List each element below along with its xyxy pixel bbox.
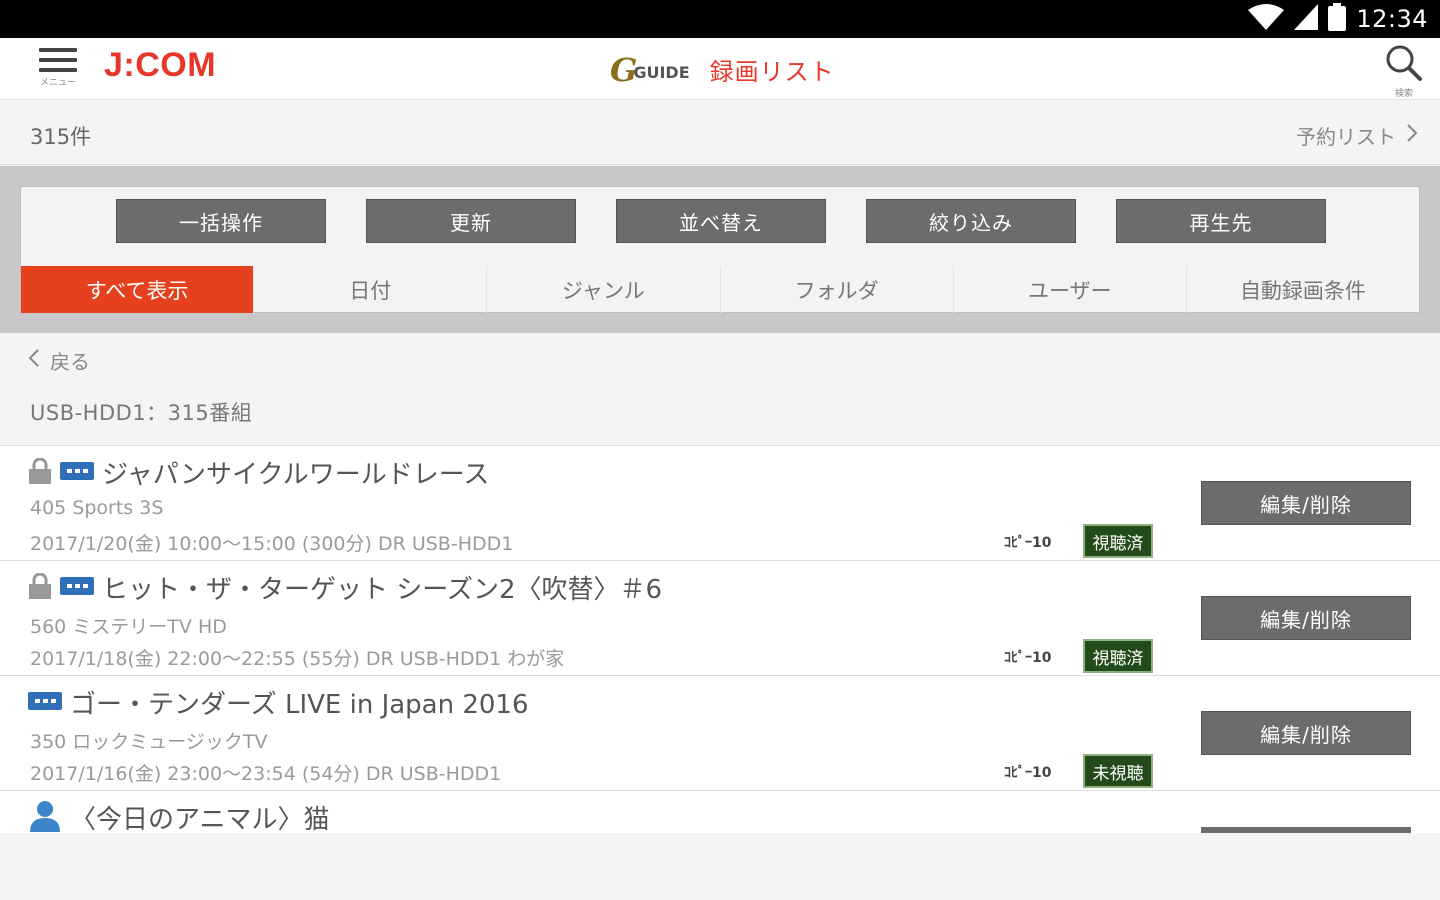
tab-user[interactable]: ユーザー: [954, 266, 1187, 313]
title-line: ジャパンサイクルワールドレース: [28, 454, 489, 491]
edit-delete-button[interactable]: 編集/削除: [1201, 596, 1411, 640]
tab-genre[interactable]: ジャンル: [487, 266, 721, 313]
tab-folder[interactable]: フォルダ: [721, 266, 954, 313]
recorder-icon: [60, 576, 94, 599]
title-line: ヒット・ザ・ターゲット シーズン2〈吹替〉＃6: [28, 569, 662, 606]
tab-auto-record[interactable]: 自動録画条件: [1187, 266, 1419, 313]
lock-icon: [28, 572, 52, 603]
chevron-right-icon: [1406, 123, 1418, 148]
bulk-action-button[interactable]: 一括操作: [116, 199, 326, 243]
toolbar-panel: 一括操作 更新 並べ替え 絞り込み 再生先 すべて表示 日付 ジャンル フォルダ…: [20, 186, 1420, 313]
copy-badge: ｺﾋﾟｰ10: [1004, 765, 1052, 781]
view-tabs: すべて表示 日付 ジャンル フォルダ ユーザー 自動録画条件: [21, 266, 1419, 313]
chevron-left-icon: [28, 348, 40, 373]
guide-logo-text: GUIDE: [633, 63, 690, 82]
cell-signal-icon: [1294, 4, 1319, 34]
recorder-icon: [60, 461, 94, 484]
page-title: 録画リスト: [709, 58, 835, 86]
status-badge: 視聴済: [1083, 639, 1153, 673]
wifi-icon: [1248, 4, 1285, 34]
tab-all[interactable]: すべて表示: [21, 266, 255, 313]
edit-delete-button[interactable]: 編集/削除: [1201, 711, 1411, 755]
recording-detail: 2017/1/16(金) 23:00〜23:54 (54分) DR USB-HD…: [30, 763, 502, 785]
battery-icon: [1328, 3, 1347, 35]
record-count: 315件: [30, 125, 92, 149]
recording-detail: 2017/1/18(金) 22:00〜22:55 (55分) DR USB-HD…: [30, 648, 565, 670]
action-buttons: 一括操作 更新 並べ替え 絞り込み 再生先: [21, 199, 1419, 245]
back-link[interactable]: 戻る: [28, 346, 90, 375]
device-summary: USB-HDD1：315番組: [30, 401, 253, 425]
list-item[interactable]: 〈今日のアニマル〉猫: [0, 791, 1440, 833]
refresh-button[interactable]: 更新: [366, 199, 576, 243]
tab-date[interactable]: 日付: [254, 266, 488, 313]
recording-list: ジャパンサイクルワールドレース 405 Sports 3S 2017/1/20(…: [0, 445, 1440, 833]
channel: 560 ミステリーTV HD: [30, 616, 227, 638]
program-title: 〈今日のアニマル〉猫: [70, 805, 330, 833]
search-icon: [1385, 45, 1423, 86]
program-title: ジャパンサイクルワールドレース: [102, 460, 490, 490]
title-line: ゴー・テンダーズ LIVE in Japan 2016: [28, 684, 529, 721]
menu-button[interactable]: メニュー: [30, 48, 86, 96]
status-badge: 未視聴: [1083, 754, 1153, 788]
status-badge: 視聴済: [1083, 524, 1153, 558]
channel: 350 ロックミュージックTV: [30, 731, 268, 753]
back-label: 戻る: [50, 350, 90, 374]
list-item[interactable]: ジャパンサイクルワールドレース 405 Sports 3S 2017/1/20(…: [0, 446, 1440, 561]
list-item[interactable]: ゴー・テンダーズ LIVE in Japan 2016 350 ロックミュージッ…: [0, 676, 1440, 791]
hamburger-icon: [39, 48, 77, 72]
guide-logo: G GUIDE: [610, 54, 690, 86]
app-bar: メニュー J:COM G GUIDE 録画リスト 検索: [0, 38, 1440, 100]
program-title: ヒット・ザ・ターゲット シーズン2〈吹替〉＃6: [102, 575, 663, 605]
search-caption: 検索: [1394, 89, 1413, 99]
recording-detail: 2017/1/20(金) 10:00〜15:00 (300分) DR USB-H…: [30, 533, 514, 555]
search-button[interactable]: 検索: [1382, 44, 1426, 99]
clock: 12:34: [1356, 5, 1428, 33]
toolbar-area: 一括操作 更新 並べ替え 絞り込み 再生先 すべて表示 日付 ジャンル フォルダ…: [0, 166, 1440, 333]
edit-delete-button[interactable]: 編集/削除: [1201, 481, 1411, 525]
user-icon: [28, 800, 62, 834]
copy-badge: ｺﾋﾟｰ10: [1004, 535, 1052, 551]
sort-button[interactable]: 並べ替え: [616, 199, 826, 243]
reserve-list-link[interactable]: 予約リスト: [1296, 121, 1418, 150]
empty-footer: [0, 833, 1440, 900]
menu-caption: メニュー: [39, 78, 76, 88]
brand-logo: J:COM: [104, 46, 217, 84]
status-bar: 12:34: [0, 0, 1440, 38]
title-group: G GUIDE 録画リスト: [610, 52, 835, 87]
lock-icon: [28, 457, 52, 488]
program-title: ゴー・テンダーズ LIVE in Japan 2016: [70, 690, 529, 720]
playback-target-button[interactable]: 再生先: [1116, 199, 1326, 243]
count-bar: 315件 予約リスト: [0, 101, 1440, 165]
list-item[interactable]: ヒット・ザ・ターゲット シーズン2〈吹替〉＃6 560 ミステリーTV HD 2…: [0, 561, 1440, 676]
title-line: 〈今日のアニマル〉猫: [28, 799, 329, 833]
copy-badge: ｺﾋﾟｰ10: [1004, 650, 1052, 666]
reserve-list-label: 予約リスト: [1296, 125, 1396, 149]
channel: 405 Sports 3S: [30, 497, 164, 519]
recorder-icon: [28, 691, 62, 714]
filter-button[interactable]: 絞り込み: [866, 199, 1076, 243]
